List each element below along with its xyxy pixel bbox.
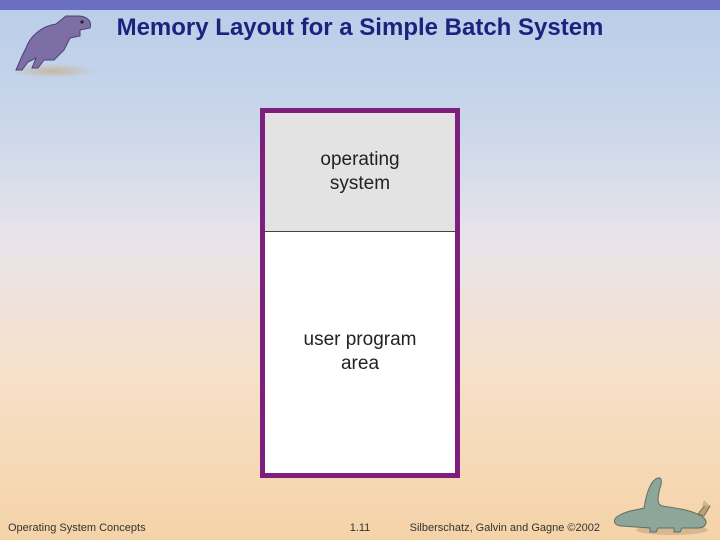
memory-segment-user: user program area: [265, 232, 455, 472]
memory-diagram: operating system user program area: [260, 108, 460, 478]
user-label-line2: area: [341, 353, 379, 374]
footer-credits: Silberschatz, Galvin and Gagne ©2002: [410, 522, 600, 534]
slide: Memory Layout for a Simple Batch System …: [0, 0, 720, 540]
user-label-line1: user program: [304, 329, 417, 350]
memory-segment-os: operating system: [265, 113, 455, 232]
sauropod-dinosaur-icon: [608, 468, 718, 538]
os-label-line1: operating: [320, 149, 399, 170]
os-label-line2: system: [330, 173, 390, 194]
sauropod-dinosaur-svg: [610, 470, 714, 536]
trex-dinosaur-svg: [8, 8, 98, 74]
trex-dinosaur-icon: [0, 6, 110, 84]
